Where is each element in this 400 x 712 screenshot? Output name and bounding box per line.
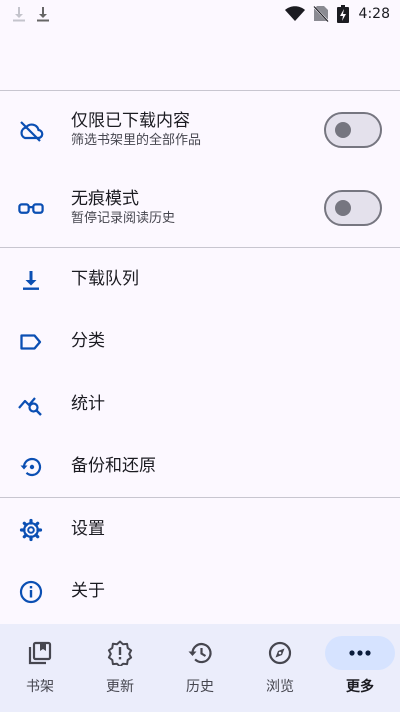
nav-library[interactable]: 书架 [0, 624, 80, 712]
nav-history-label: 历史 [186, 679, 214, 695]
no-sim-icon [312, 5, 329, 23]
download-icon [18, 267, 44, 293]
incognito-subtitle: 暂停记录阅读历史 [71, 211, 176, 226]
nav-updates-label: 更新 [106, 679, 134, 695]
menu-settings[interactable]: 设置 [0, 506, 400, 554]
nav-more[interactable]: 更多 [320, 624, 400, 712]
nav-more-label: 更多 [346, 679, 374, 695]
settings-backup-restore-icon [18, 454, 44, 480]
status-bar: 4:28 [0, 0, 400, 28]
clock: 4:28 [358, 6, 390, 22]
menu-about[interactable]: 关于 [0, 568, 400, 616]
incognito-switch[interactable] [324, 190, 382, 226]
switch-thumb [335, 122, 351, 138]
nav-updates[interactable]: 更新 [80, 624, 160, 712]
menu-stats-label: 统计 [71, 394, 105, 414]
more-icon [347, 640, 373, 666]
divider [0, 497, 400, 498]
nav-history[interactable]: 历史 [160, 624, 240, 712]
downloaded-only-row[interactable]: 仅限已下载内容 筛选书架里的全部作品 [0, 104, 400, 158]
menu-categories[interactable]: 分类 [0, 318, 400, 366]
gear-icon [18, 517, 44, 543]
menu-download-queue[interactable]: 下载队列 [0, 256, 400, 304]
compass-icon [267, 640, 293, 666]
menu-backup-restore[interactable]: 备份和还原 [0, 443, 400, 491]
menu-download-queue-label: 下载队列 [71, 269, 139, 289]
switch-thumb [335, 200, 351, 216]
nav-browse[interactable]: 浏览 [240, 624, 320, 712]
incognito-title: 无痕模式 [71, 189, 139, 209]
updates-icon [107, 640, 133, 666]
query-stats-icon [18, 392, 44, 418]
divider [0, 247, 400, 248]
menu-settings-label: 设置 [71, 519, 105, 539]
menu-backup-restore-label: 备份和还原 [71, 456, 156, 476]
cloud-off-icon [18, 118, 44, 144]
menu-categories-label: 分类 [71, 331, 105, 351]
divider [0, 90, 400, 91]
menu-about-label: 关于 [71, 581, 105, 601]
glasses-icon [18, 196, 44, 222]
download-icon [36, 6, 50, 22]
download-icon [12, 6, 26, 22]
downloaded-only-subtitle: 筛选书架里的全部作品 [71, 133, 202, 148]
label-icon [18, 329, 44, 355]
bottom-navigation: 书架 更新 历史 浏览 更多 [0, 624, 400, 712]
history-icon [187, 640, 213, 666]
battery-charging-icon [336, 5, 349, 23]
incognito-row[interactable]: 无痕模式 暂停记录阅读历史 [0, 182, 400, 236]
library-icon [27, 640, 53, 666]
wifi-icon [284, 6, 305, 22]
menu-stats[interactable]: 统计 [0, 381, 400, 429]
downloaded-only-switch[interactable] [324, 112, 382, 148]
nav-browse-label: 浏览 [266, 679, 294, 695]
downloaded-only-title: 仅限已下载内容 [71, 111, 190, 131]
info-icon [18, 579, 44, 605]
nav-library-label: 书架 [26, 679, 54, 695]
